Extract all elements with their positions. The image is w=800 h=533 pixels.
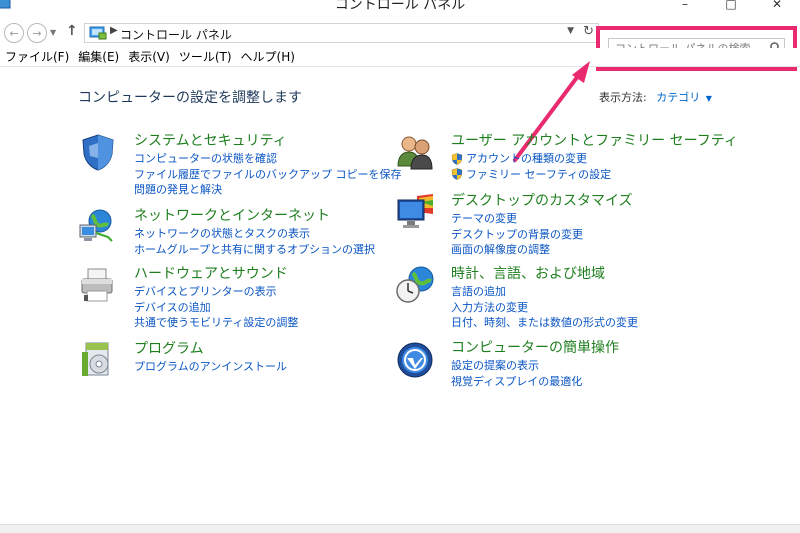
category-title[interactable]: ユーザー アカウントとファミリー セーフティ (451, 130, 738, 150)
address-path[interactable]: コントロール パネル (120, 26, 232, 43)
clock-globe-icon[interactable] (395, 265, 435, 305)
link-homegroup-sharing[interactable]: ホームグループと共有に関するオプションの選択 (134, 242, 375, 258)
view-mode-dropdown[interactable]: カテゴリ (656, 91, 700, 104)
menu-view[interactable]: 表示(V) (123, 48, 174, 66)
up-button[interactable]: ↑ (66, 23, 78, 39)
forward-button[interactable]: → (27, 23, 47, 43)
link-devices-printers[interactable]: デバイスとプリンターの表示 (134, 284, 298, 300)
chevron-down-icon: ▼ (50, 28, 57, 37)
category-title[interactable]: プログラム (134, 338, 204, 358)
forward-arrow-icon: → (32, 26, 42, 40)
category-links: プログラムのアンインストール (134, 359, 287, 375)
link-uninstall-program[interactable]: プログラムのアンインストール (134, 359, 287, 375)
category-title[interactable]: ハードウェアとサウンド (134, 263, 288, 283)
view-mode-label: 表示方法: (599, 91, 647, 104)
users-icon[interactable] (395, 132, 435, 172)
category-title[interactable]: コンピューターの簡単操作 (451, 337, 619, 357)
menu-tools[interactable]: ツール(T) (174, 48, 236, 66)
recent-locations-button[interactable]: ▼ (50, 28, 56, 37)
chevron-down-icon[interactable]: ▼ (706, 94, 712, 103)
link-change-formats[interactable]: 日付、時刻、または数値の形式の変更 (451, 315, 638, 331)
menu-edit[interactable]: 編集(E) (73, 48, 123, 66)
maximize-icon: □ (725, 0, 737, 11)
category-title[interactable]: ネットワークとインターネット (134, 205, 330, 225)
control-panel-icon (89, 26, 107, 40)
monitor-icon[interactable] (395, 192, 435, 232)
link-settings-suggestions[interactable]: 設定の提案の表示 (451, 358, 582, 374)
category-title[interactable]: 時計、言語、および地域 (451, 263, 605, 283)
programs-icon[interactable] (78, 340, 118, 380)
link-troubleshoot[interactable]: 問題の発見と解決 (134, 182, 402, 198)
link-change-account-type[interactable]: アカウントの種類の変更 (451, 151, 611, 167)
category-title[interactable]: システムとセキュリティ (134, 130, 287, 150)
category-title[interactable]: デスクトップのカスタマイズ (451, 190, 633, 210)
link-network-status[interactable]: ネットワークの状態とタスクの表示 (134, 226, 375, 242)
window-controls: – □ ✕ (662, 0, 800, 14)
menu-file[interactable]: ファイル(F) (0, 48, 73, 66)
view-mode: 表示方法: カテゴリ ▼ (599, 89, 712, 105)
link-optimize-display[interactable]: 視覚ディスプレイの最適化 (451, 374, 582, 390)
uac-shield-icon (451, 152, 463, 165)
menu-help[interactable]: ヘルプ(H) (236, 48, 299, 66)
address-dropdown-icon[interactable]: ▼ (567, 26, 574, 36)
close-button[interactable]: ✕ (754, 0, 800, 14)
link-label: アカウントの種類の変更 (466, 152, 587, 165)
up-arrow-icon: ↑ (66, 23, 78, 39)
link-change-background[interactable]: デスクトップの背景の変更 (451, 227, 583, 243)
refresh-icon[interactable]: ↻ (583, 24, 594, 39)
link-add-language[interactable]: 言語の追加 (451, 284, 638, 300)
maximize-button[interactable]: □ (708, 0, 754, 14)
ease-of-access-icon[interactable] (395, 339, 435, 379)
link-screen-resolution[interactable]: 画面の解像度の調整 (451, 242, 583, 258)
minimize-icon: – (682, 0, 688, 11)
category-links: テーマの変更 デスクトップの背景の変更 画面の解像度の調整 (451, 211, 583, 258)
category-links: デバイスとプリンターの表示 デバイスの追加 共通で使うモビリティ設定の調整 (134, 284, 298, 331)
menu-bar: ファイル(F) 編集(E) 表示(V) ツール(T) ヘルプ(H) (0, 48, 800, 67)
link-mobility-settings[interactable]: 共通で使うモビリティ設定の調整 (134, 315, 298, 331)
link-family-safety[interactable]: ファミリー セーフティの設定 (451, 167, 611, 183)
back-button[interactable]: ← (4, 23, 24, 43)
printer-icon[interactable] (78, 265, 118, 305)
page-title: コンピューターの設定を調整します (78, 90, 302, 106)
navigation-bar: ← → ▼ ↑ ▶ コントロール パネル ▼ ↻ (0, 14, 800, 71)
category-links: アカウントの種類の変更 ファミリー セーフティの設定 (451, 151, 611, 182)
title-bar: コントロール パネル – □ ✕ (0, 0, 800, 14)
network-icon[interactable] (78, 207, 118, 247)
category-links: 設定の提案の表示 視覚ディスプレイの最適化 (451, 358, 582, 389)
link-check-status[interactable]: コンピューターの状態を確認 (134, 151, 402, 167)
uac-shield-icon (451, 168, 463, 181)
category-links: 言語の追加 入力方法の変更 日付、時刻、または数値の形式の変更 (451, 284, 638, 331)
category-links: コンピューターの状態を確認 ファイル履歴でファイルのバックアップ コピーを保存 … (134, 151, 402, 198)
link-change-input-method[interactable]: 入力方法の変更 (451, 300, 638, 316)
link-label: ファミリー セーフティの設定 (466, 167, 612, 181)
shield-icon[interactable] (78, 132, 118, 172)
link-file-history-backup[interactable]: ファイル履歴でファイルのバックアップ コピーを保存 (134, 167, 402, 183)
breadcrumb-separator-icon: ▶ (110, 25, 118, 36)
category-links: ネットワークの状態とタスクの表示 ホームグループと共有に関するオプションの選択 (134, 226, 375, 257)
link-change-theme[interactable]: テーマの変更 (451, 211, 583, 227)
minimize-button[interactable]: – (662, 0, 708, 14)
address-bar[interactable]: ▶ コントロール パネル ▼ ↻ (84, 23, 599, 43)
back-arrow-icon: ← (9, 26, 19, 40)
close-icon: ✕ (771, 0, 783, 11)
link-add-device[interactable]: デバイスの追加 (134, 300, 298, 316)
